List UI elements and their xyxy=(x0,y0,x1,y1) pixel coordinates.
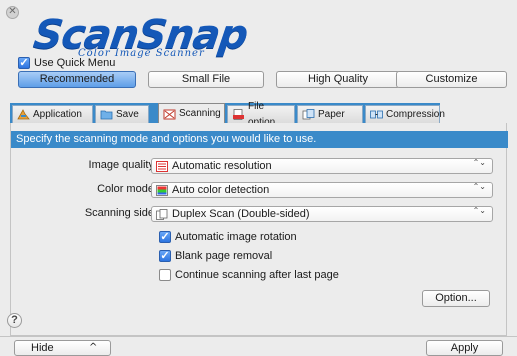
scanning-side-row: Scanning side: Duplex Scan (Double-sided… xyxy=(11,206,508,222)
tab-scanning[interactable]: Scanning xyxy=(158,103,225,124)
paper-icon xyxy=(302,109,315,120)
image-quality-row: Image quality: Automatic resolution ⌃⌄ xyxy=(11,158,508,174)
chevron-up-icon: ^ xyxy=(89,342,98,353)
select-arrows-icon: ⌃⌄ xyxy=(472,182,486,191)
scanning-side-select[interactable]: Duplex Scan (Double-sided) ⌃⌄ xyxy=(151,206,493,222)
tab-paper[interactable]: Paper xyxy=(297,105,363,123)
checkbox-checked-icon[interactable]: ✓ xyxy=(18,57,30,69)
duplex-icon xyxy=(156,208,168,220)
blank-page-removal-checkbox[interactable]: ✓ Blank page removal xyxy=(159,250,272,262)
continue-scanning-checkbox[interactable]: Continue scanning after last page xyxy=(159,269,339,281)
image-quality-label: Image quality: xyxy=(88,159,157,171)
color-mode-label: Color mode: xyxy=(97,183,157,195)
file-option-icon xyxy=(232,109,245,120)
application-icon xyxy=(17,109,30,120)
resolution-icon xyxy=(156,160,168,172)
auto-rotation-checkbox[interactable]: ✓ Automatic image rotation xyxy=(159,231,297,243)
tab-save[interactable]: Save xyxy=(95,105,149,123)
hide-button-label: Hide xyxy=(31,342,54,354)
select-arrows-icon: ⌃⌄ xyxy=(472,206,486,215)
profile-mode-selector: Recommended Small File High Quality Cust… xyxy=(18,71,507,88)
mode-high-quality-button[interactable]: High Quality xyxy=(276,71,400,88)
use-quick-menu-checkbox[interactable]: ✓ Use Quick Menu xyxy=(18,57,115,69)
mode-recommended-button[interactable]: Recommended xyxy=(18,71,136,88)
continue-scanning-label: Continue scanning after last page xyxy=(175,269,339,281)
save-folder-icon xyxy=(100,109,113,120)
hide-button[interactable]: Hide ^ xyxy=(14,340,111,356)
color-detection-icon xyxy=(156,184,168,196)
tab-file-option[interactable]: File option xyxy=(227,101,295,128)
checkbox-unchecked-icon[interactable] xyxy=(159,269,171,281)
color-mode-value: Auto color detection xyxy=(172,184,270,196)
option-button[interactable]: Option... xyxy=(422,290,490,307)
mode-small-file-button[interactable]: Small File xyxy=(148,71,264,88)
select-arrows-icon: ⌃⌄ xyxy=(472,158,486,167)
close-icon[interactable]: ✕ xyxy=(6,6,19,19)
scanning-tab-panel: Specify the scanning mode and options yo… xyxy=(10,123,508,336)
tab-compression[interactable]: Compression xyxy=(365,105,445,123)
help-icon[interactable]: ? xyxy=(7,313,22,328)
bottom-bar: Hide ^ Apply xyxy=(0,336,517,356)
tab-application[interactable]: Application xyxy=(12,105,93,123)
tab-save-label: Save xyxy=(116,108,139,120)
tab-application-label: Application xyxy=(33,108,82,120)
color-mode-select[interactable]: Auto color detection ⌃⌄ xyxy=(151,182,493,198)
apply-button[interactable]: Apply xyxy=(426,340,503,356)
scansnap-setup-window: ✕ ScanSnap Color Image Scanner ✓ Use Qui… xyxy=(0,0,517,356)
checkbox-checked-icon[interactable]: ✓ xyxy=(159,231,171,243)
tab-compression-label: Compression xyxy=(386,108,445,120)
image-quality-value: Automatic resolution xyxy=(172,160,272,172)
color-mode-row: Color mode: Auto color detection ⌃⌄ xyxy=(11,182,508,198)
blank-page-removal-label: Blank page removal xyxy=(175,250,273,262)
mode-customize-button[interactable]: Customize xyxy=(396,71,507,88)
scanning-side-value: Duplex Scan (Double-sided) xyxy=(172,208,310,220)
scanning-side-label: Scanning side: xyxy=(84,207,157,219)
scanning-icon xyxy=(163,109,176,120)
instruction-banner: Specify the scanning mode and options yo… xyxy=(11,131,508,148)
auto-rotation-label: Automatic image rotation xyxy=(175,231,297,243)
image-quality-select[interactable]: Automatic resolution ⌃⌄ xyxy=(151,158,493,174)
compression-icon xyxy=(370,109,383,120)
use-quick-menu-label: Use Quick Menu xyxy=(34,57,116,69)
checkbox-checked-icon[interactable]: ✓ xyxy=(159,250,171,262)
tab-scanning-label: Scanning xyxy=(179,108,221,119)
settings-tab-bar: Application Save Scanning File option Pa xyxy=(10,101,507,128)
tab-paper-label: Paper xyxy=(318,108,345,120)
